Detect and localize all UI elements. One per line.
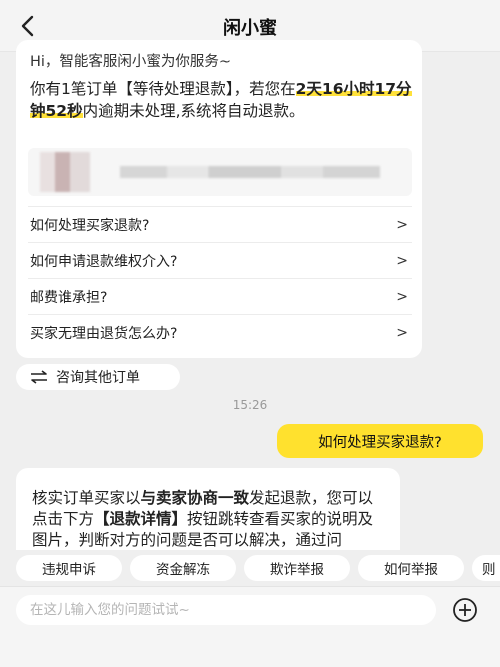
bot-reply-bold: 与卖家协商一致 bbox=[140, 489, 250, 507]
chevron-right-icon: > bbox=[396, 252, 408, 269]
faq-item[interactable]: 买家无理由退货怎么办? > bbox=[28, 314, 412, 350]
order-preview[interactable] bbox=[28, 148, 412, 196]
faq-item[interactable]: 如何申请退款维权介入? > bbox=[28, 242, 412, 278]
message-timestamp: 15:26 bbox=[232, 398, 268, 412]
message-input[interactable] bbox=[16, 595, 436, 625]
consult-other-order-label: 咨询其他订单 bbox=[56, 370, 140, 386]
faq-item[interactable]: 邮费谁承担? > bbox=[28, 278, 412, 314]
quick-chip-unfreeze[interactable]: 资金解冻 bbox=[130, 555, 236, 581]
page-title: 闲小蜜 bbox=[223, 18, 277, 39]
order-thumbnail bbox=[40, 152, 90, 192]
quick-chip-label: 如何举报 bbox=[384, 562, 438, 578]
user-message-text: 如何处理买家退款? bbox=[318, 434, 442, 451]
quick-chip-label: 违规申诉 bbox=[42, 562, 96, 578]
faq-item-label: 买家无理由退货怎么办? bbox=[30, 325, 178, 342]
consult-other-order-button[interactable]: 咨询其他订单 bbox=[16, 364, 180, 390]
quick-chip-label: 欺诈举报 bbox=[270, 562, 324, 578]
quick-chip-label: 则 bbox=[482, 562, 496, 578]
plus-circle-icon[interactable] bbox=[448, 597, 482, 623]
quick-chip-appeal[interactable]: 违规申诉 bbox=[16, 555, 122, 581]
input-bar bbox=[0, 586, 500, 667]
bot-reply-bubble: 核实订单买家以与卖家协商一致发起退款，您可以点击下方【退款详情】按钮跳转查看买家… bbox=[16, 468, 400, 550]
refund-details-link: 【退款详情】 bbox=[94, 510, 188, 528]
chevron-right-icon: > bbox=[396, 216, 408, 233]
order-notice-text-end: 内逾期未处理,系统将自动退款。 bbox=[82, 102, 305, 120]
bot-reply-text: 核实订单买家以与卖家协商一致发起退款，您可以点击下方【退款详情】按钮跳转查看买家… bbox=[32, 488, 384, 550]
faq-item-label: 邮费谁承担? bbox=[30, 289, 108, 306]
greeting-text: Hi，智能客服闲小蜜为你服务~ bbox=[30, 54, 232, 70]
faq-item-label: 如何申请退款维权介入? bbox=[30, 253, 178, 270]
chevron-right-icon: > bbox=[396, 288, 408, 305]
user-message-bubble: 如何处理买家退款? bbox=[277, 424, 483, 458]
quick-reply-bar: 违规申诉 资金解冻 欺诈举报 如何举报 则 bbox=[0, 554, 500, 582]
swap-icon bbox=[31, 370, 47, 384]
order-notice: 你有1笔订单【等待处理退款】，若您在2天16小时17分钟52秒内逾期未处理,系统… bbox=[30, 78, 414, 122]
service-card: Hi，智能客服闲小蜜为你服务~ 你有1笔订单【等待处理退款】，若您在2天16小时… bbox=[16, 40, 422, 358]
order-title-blurred bbox=[120, 166, 380, 178]
quick-chip-how-to-report[interactable]: 如何举报 bbox=[358, 555, 464, 581]
order-notice-text: 你有1笔订单【等待处理退款】，若您在 bbox=[30, 80, 296, 98]
chevron-right-icon: > bbox=[396, 324, 408, 341]
faq-item-label: 如何处理买家退款? bbox=[30, 217, 150, 234]
faq-item[interactable]: 如何处理买家退款? > bbox=[28, 206, 412, 242]
quick-chip-partial[interactable]: 则 bbox=[472, 555, 500, 581]
quick-chip-label: 资金解冻 bbox=[156, 562, 210, 578]
quick-chip-fraud-report[interactable]: 欺诈举报 bbox=[244, 555, 350, 581]
bot-reply-segment: 核实订单买家以 bbox=[32, 489, 141, 507]
